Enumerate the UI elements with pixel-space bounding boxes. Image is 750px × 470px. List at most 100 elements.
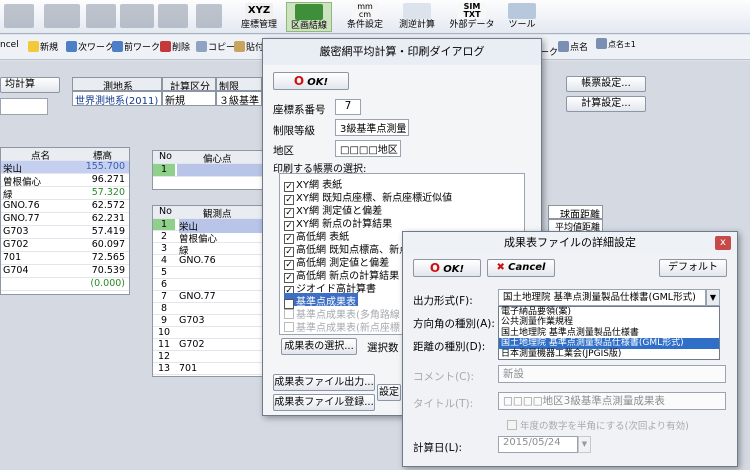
grid-icon[interactable]	[196, 4, 222, 28]
tool-button[interactable]: ツール	[500, 2, 544, 32]
table-row[interactable]: 12	[153, 351, 269, 363]
survey-icon[interactable]	[4, 4, 34, 28]
table-row[interactable]: 9 G703	[153, 315, 269, 327]
ledger-checkbox-item[interactable]: ✓ XY網 表紙	[284, 176, 342, 192]
table-row[interactable]: GNO.77 62.231	[1, 213, 129, 226]
new-button[interactable]: 新規	[28, 40, 58, 53]
building-icon[interactable]	[158, 4, 188, 28]
table-row[interactable]: 栄山 155.700	[1, 161, 129, 175]
table-row[interactable]: 1 栄山	[153, 219, 269, 233]
next-work-button[interactable]: 次ワーク	[66, 40, 114, 53]
table-row[interactable]: 13 701	[153, 363, 269, 375]
print-ok-button[interactable]: O OK!	[273, 72, 349, 90]
area-value: □□□□地区	[335, 140, 401, 157]
table-row[interactable]: 11 G702	[153, 339, 269, 351]
sim-txt-icon: SIM TXT	[458, 3, 486, 19]
ledger-checkbox-item[interactable]: 基準点成果表(新点座標	[284, 319, 400, 334]
table-row[interactable]: 1	[153, 164, 269, 177]
elevation-cell: 70.539	[91, 265, 125, 276]
ledger-checkbox-item[interactable]: ✓ 高低網 既知点標高、新点	[284, 241, 409, 257]
results-file-output-button[interactable]: 成果表ファイル出力...	[273, 374, 375, 391]
table-row[interactable]: 10	[153, 327, 269, 339]
ribbon-label: 条件設定	[346, 20, 383, 30]
point-name-plus-button[interactable]: 点名±1	[596, 38, 636, 49]
table-row[interactable]: 3緑	[153, 243, 269, 257]
eccentric-grid[interactable]: No 偏心点 1	[152, 150, 270, 190]
table-row[interactable]: 701 72.565	[1, 252, 129, 265]
table-row[interactable]: 2 曽根偏心	[153, 231, 269, 245]
observation-grid[interactable]: No 観測点 1 栄山 2 曽根偏心 3 緑 4 GNO.76 5 6 7 GNO.77 8 9 G703 1…	[152, 205, 270, 377]
external-data-button[interactable]: SIM TXT 外部データ	[446, 2, 498, 32]
ledger-checkbox-item[interactable]: ✓ 基準点成果表	[284, 293, 358, 309]
dropdown-option[interactable]: 日本測量機器工業会(JPGIS版)	[499, 349, 719, 359]
map-piece-icon[interactable]	[120, 4, 154, 28]
ledger-checkbox-item[interactable]: 基準点成果表(多角路線	[284, 306, 400, 321]
title-input[interactable]: □□□□地区3級基準点測量成果表	[498, 392, 726, 410]
copy-button[interactable]: コピー	[196, 40, 235, 53]
prev-work-button[interactable]: 前ワーク	[112, 40, 160, 53]
section-connect-button[interactable]: 区画結線	[286, 2, 332, 32]
ledger-checkbox-item[interactable]: ✓ ジオイド高計算書	[284, 280, 376, 296]
halfwidth-checkbox[interactable]: 年度の数字を半角にする(次回より有効)	[507, 418, 689, 432]
table-row[interactable]: G703 57.419	[1, 226, 129, 239]
elevation-cell: 60.097	[91, 239, 125, 250]
point-elevation-grid[interactable]: 点名 標高 栄山 155.700 曽根偏心 96.271 緑 57.320 GNO.76 62…	[0, 147, 130, 295]
reverse-calc-button[interactable]: 測逆計算	[392, 2, 442, 32]
paste-button[interactable]: 貼付	[234, 40, 264, 53]
ok-icon: O	[429, 261, 441, 275]
calc-date-input[interactable]: 2015/05/24	[498, 436, 578, 453]
table-row[interactable]: 7 GNO.77	[153, 291, 269, 303]
ledger-checkbox-item[interactable]: ✓ XY網 新点の計算結果	[284, 215, 392, 231]
info-header: 制限	[216, 77, 262, 91]
table-row[interactable]: 緑 57.320	[1, 187, 129, 201]
work-fragment[interactable]: ーク	[540, 45, 558, 58]
dropdown-option[interactable]: 国土地理院 基準点測量製品仕様書(GML形式)	[499, 338, 719, 349]
calc-input[interactable]	[0, 98, 48, 115]
dropdown-option[interactable]: 公共測量作業規程	[499, 317, 719, 327]
point-name-button[interactable]: 点名	[558, 40, 588, 53]
results-file-register-button[interactable]: 成果表ファイル登録...	[273, 394, 375, 411]
coordinate-manage-button[interactable]: XYZ 座標管理	[236, 2, 282, 32]
direction-angle-label: 方向角の種別(A):	[413, 318, 495, 330]
ledger-checkbox-item[interactable]: ✓ 高低網 測定値と偏差	[284, 254, 389, 270]
results-select-button[interactable]: 成果表の選択...	[281, 338, 357, 355]
row-number: 1	[153, 164, 175, 176]
table-row[interactable]: G704 70.539	[1, 265, 129, 278]
delete-button[interactable]: 削除	[160, 40, 190, 53]
table-row[interactable]: 6	[153, 279, 269, 291]
table-row[interactable]: 8	[153, 303, 269, 315]
cancel-button[interactable]: ncel	[0, 40, 19, 50]
table-row[interactable]: 曽根偏心 96.271	[1, 174, 129, 188]
calc-setting-button[interactable]: 計算設定...	[566, 96, 646, 112]
default-button[interactable]: デフォルト	[659, 259, 727, 277]
calc-category-value[interactable]: 新規	[162, 91, 216, 106]
average-calc-button[interactable]: 均計算	[0, 77, 60, 93]
detail-ok-button[interactable]: O OK!	[413, 259, 481, 277]
map-piece-icon[interactable]	[86, 4, 116, 28]
ledger-checkbox-item[interactable]: ✓ XY網 既知点座標、新点座標近似値	[284, 189, 452, 205]
table-row[interactable]: (0.000)	[1, 278, 129, 291]
dropdown-option[interactable]: 電子納品要領(案)	[499, 307, 719, 317]
table-row[interactable]: GNO.76 62.572	[1, 200, 129, 213]
dropdown-option[interactable]: 国土地理院 基準点測量製品仕様書	[499, 328, 719, 338]
ledger-checkbox-item[interactable]: ✓ 高低網 新点の計算結果	[284, 267, 399, 283]
table-row[interactable]: G702 60.097	[1, 239, 129, 252]
ledger-checkbox-item[interactable]: ✓ XY網 測定値と偏差	[284, 202, 382, 218]
setting-button[interactable]: 設定	[377, 384, 401, 401]
restriction-value[interactable]: ３級基準	[216, 91, 262, 106]
toolbar-label: 削除	[172, 43, 191, 53]
ledger-setting-button[interactable]: 帳票設定...	[566, 76, 646, 92]
car-icon[interactable]	[44, 4, 80, 28]
format-select[interactable]: 国土地理院 基準点測量製品仕様書(GML形式)	[498, 289, 706, 306]
calendar-dropdown-icon[interactable]: ▼	[578, 436, 591, 453]
table-row[interactable]: 4 GNO.76	[153, 255, 269, 267]
table-row[interactable]: 5	[153, 267, 269, 279]
chevron-down-icon[interactable]: ▼	[706, 289, 720, 306]
condition-setting-button[interactable]: mm cm 条件設定	[340, 2, 390, 32]
format-dropdown-list[interactable]: 電子納品要領(案) 公共測量作業規程 国土地理院 基準点測量製品仕様書 国土地理院 基…	[498, 306, 720, 360]
close-icon[interactable]: x	[715, 236, 731, 250]
detail-cancel-button[interactable]: ✖ Cancel	[487, 259, 555, 277]
comment-input[interactable]: 新設	[498, 365, 726, 383]
ledger-checkbox-item[interactable]: ✓ 高低網 表紙	[284, 228, 349, 244]
geodetic-system-value[interactable]: 世界測地系(2011)	[72, 91, 162, 106]
